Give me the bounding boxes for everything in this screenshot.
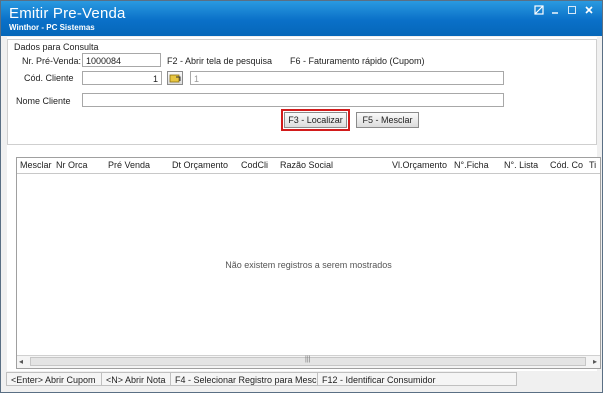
col-dt-orcamento[interactable]: Dt Orçamento bbox=[172, 160, 228, 170]
grip-icon: ||| bbox=[305, 356, 311, 363]
cliente-label: Cód. Cliente bbox=[24, 73, 74, 83]
scroll-right-icon[interactable]: ▸ bbox=[593, 357, 597, 366]
status-f12: F12 - Identificar Consumidor bbox=[317, 372, 517, 386]
col-nr-ficha[interactable]: N°.Ficha bbox=[454, 160, 489, 170]
col-vl-orcamento[interactable]: Vl.Orçamento bbox=[392, 160, 447, 170]
hint-f6: F6 - Faturamento rápido (Cupom) bbox=[290, 56, 425, 66]
grid-header: Mesclar Nr Orca Pré Venda Dt Orçamento C… bbox=[17, 158, 600, 174]
col-pre-venda[interactable]: Pré Venda bbox=[108, 160, 150, 170]
pre-venda-input[interactable]: 1000084 bbox=[82, 53, 161, 67]
window-subtitle: Winthor - PC Sistemas bbox=[9, 23, 95, 32]
window-title: Emitir Pre-Venda bbox=[9, 5, 126, 22]
group-label: Dados para Consulta bbox=[14, 42, 99, 52]
hint-f2: F2 - Abrir tela de pesquisa bbox=[167, 56, 273, 66]
mesclar-button[interactable]: F5 - Mesclar bbox=[356, 112, 419, 128]
cliente-desc-input[interactable]: 1 bbox=[190, 71, 504, 85]
restore-icon[interactable] bbox=[533, 5, 545, 17]
minimize-icon[interactable] bbox=[549, 5, 561, 17]
close-icon[interactable] bbox=[583, 5, 595, 17]
folder-search-icon bbox=[169, 74, 181, 83]
col-mesclar[interactable]: Mesclar bbox=[20, 160, 52, 170]
status-bar: <Enter> Abrir Cupom <N> Abrir Nota F4 - … bbox=[6, 372, 596, 388]
status-n: <N> Abrir Nota bbox=[101, 372, 171, 386]
col-cod-co[interactable]: Cód. Co bbox=[550, 160, 583, 170]
cliente-search-button[interactable] bbox=[167, 71, 183, 85]
nome-label: Nome Cliente bbox=[16, 96, 71, 106]
col-nr-lista[interactable]: N°. Lista bbox=[504, 160, 538, 170]
maximize-icon[interactable] bbox=[566, 5, 578, 17]
nome-input[interactable] bbox=[82, 93, 504, 107]
status-enter: <Enter> Abrir Cupom bbox=[6, 372, 102, 386]
results-grid[interactable]: Mesclar Nr Orca Pré Venda Dt Orçamento C… bbox=[16, 157, 601, 369]
title-bar[interactable]: Emitir Pre-Venda Winthor - PC Sistemas bbox=[1, 1, 602, 36]
col-razao-social[interactable]: Razão Social bbox=[280, 160, 333, 170]
col-nr-orca[interactable]: Nr Orca bbox=[56, 160, 88, 170]
cliente-code-input[interactable]: 1 bbox=[82, 71, 162, 85]
col-codcli[interactable]: CodCli bbox=[241, 160, 268, 170]
scroll-left-icon[interactable]: ◂ bbox=[19, 357, 23, 366]
empty-message: Não existem registros a serem mostrados bbox=[225, 260, 392, 270]
pre-venda-label: Nr. Pré-Venda: bbox=[22, 56, 82, 66]
status-f4: F4 - Selecionar Registro para Mesclar bbox=[170, 372, 327, 386]
horizontal-scrollbar[interactable]: ◂ ||| ▸ bbox=[17, 355, 600, 368]
consulta-group: Dados para Consulta Nr. Pré-Venda: 10000… bbox=[7, 39, 597, 145]
col-ti[interactable]: Ti bbox=[589, 160, 596, 170]
app-window: Emitir Pre-Venda Winthor - PC Sistemas D… bbox=[0, 0, 603, 393]
localizar-button[interactable]: F3 - Localizar bbox=[281, 109, 350, 131]
